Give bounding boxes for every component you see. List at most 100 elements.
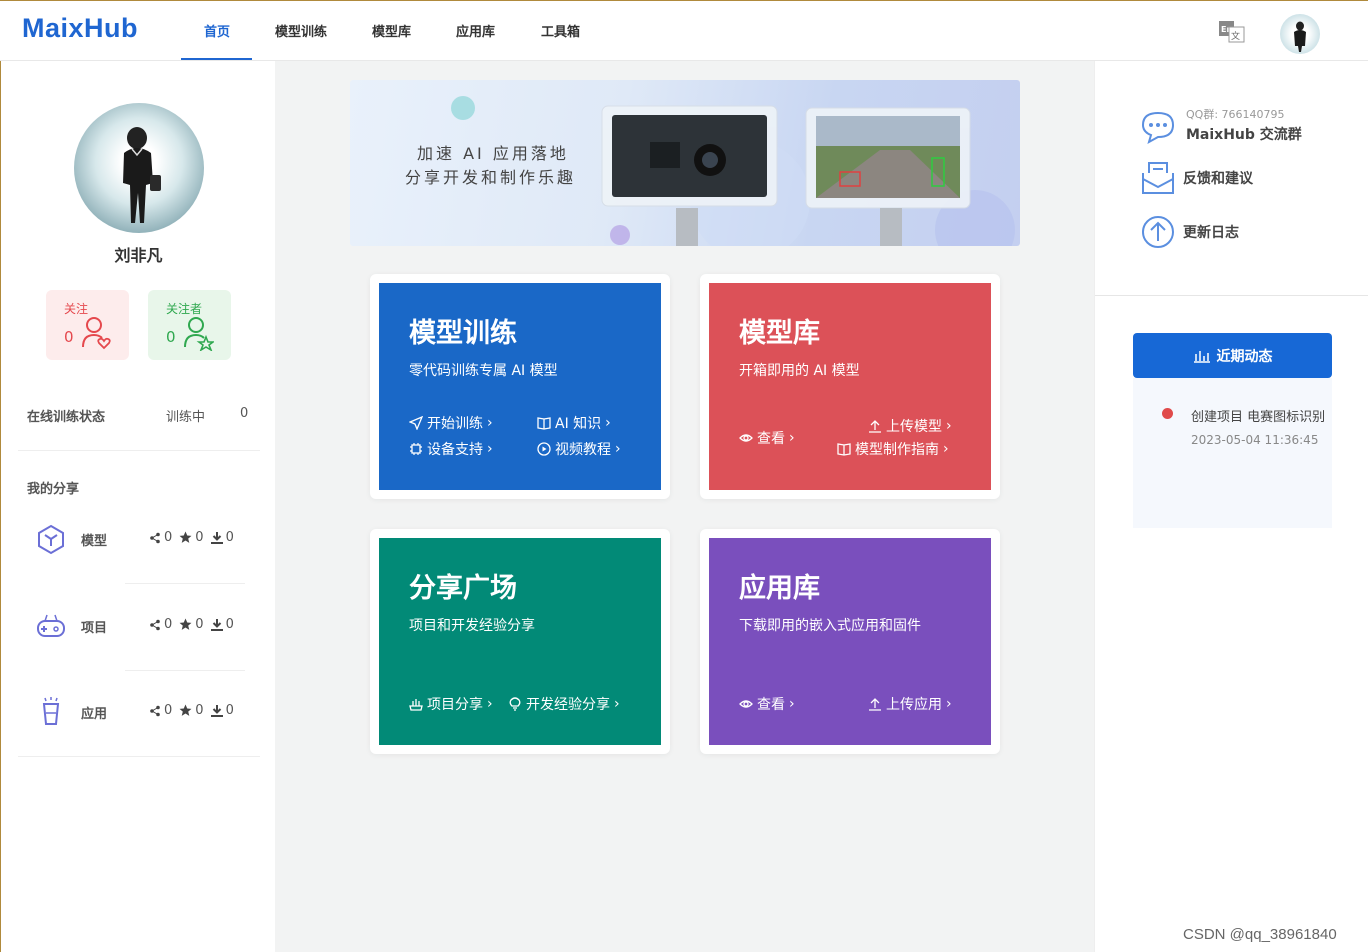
following-count: 0 [64, 328, 74, 346]
nav-model-library[interactable]: 模型库 [372, 21, 411, 40]
chevron-right-icon: › [487, 696, 493, 712]
book-icon [837, 443, 851, 456]
card-subtitle: 开箱即用的 AI 模型 [739, 363, 860, 379]
divider [18, 756, 260, 757]
view-models-link[interactable]: 查看 › [739, 428, 795, 448]
feedback-link[interactable]: 反馈和建议 [1139, 159, 1253, 197]
project-share-link[interactable]: 项目分享 › [409, 694, 493, 714]
chevron-right-icon: › [615, 441, 621, 457]
download-icon [210, 618, 223, 631]
hand-icon [409, 699, 423, 711]
share-count: 0 [164, 703, 173, 718]
download-count: 0 [225, 617, 234, 632]
star-count: 0 [195, 530, 204, 545]
share-row-label: 模型 [81, 534, 108, 549]
card-title: 应用库 [739, 573, 820, 604]
recent-activity-button[interactable]: 近期动态 [1133, 333, 1332, 378]
link-label: 设备支持 [427, 442, 483, 458]
card-share-square-wrap: 分享广场 项目和开发经验分享 项目分享 › 开发经验分享 › [370, 529, 670, 754]
banner-line-1: 加速 AI 应用落地 [417, 144, 569, 163]
training-state: 训练中 [166, 410, 206, 425]
view-apps-link[interactable]: 查看 › [739, 694, 795, 714]
follow-user-heart-icon [82, 317, 111, 350]
cube-icon [38, 524, 64, 555]
dev-experience-link[interactable]: 开发经验分享 › [508, 694, 620, 714]
upload-icon [869, 698, 881, 711]
user-avatar-small[interactable] [1280, 14, 1320, 54]
star-count: 0 [195, 703, 204, 718]
start-training-link[interactable]: 开始训练 › [409, 413, 493, 433]
chevron-right-icon: › [789, 430, 795, 446]
card-model-library[interactable]: 模型库 开箱即用的 AI 模型 查看 › 上传模型 › 模型制作指南 › [709, 283, 991, 490]
qq-group-name[interactable]: MaixHub 交流群 [1186, 124, 1302, 144]
book-icon [537, 417, 551, 430]
chevron-right-icon: › [789, 696, 795, 712]
card-share-square[interactable]: 分享广场 项目和开发经验分享 项目分享 › 开发经验分享 › [379, 538, 661, 745]
hero-banner[interactable]: 加速 AI 应用落地 分享开发和制作乐趣 [350, 80, 1020, 246]
language-switch-icon[interactable]: En 文 [1218, 19, 1246, 43]
svg-text:文: 文 [1231, 30, 1240, 42]
chevron-right-icon: › [614, 696, 620, 712]
star-icon [179, 704, 192, 716]
activity-text[interactable]: 创建项目 电赛图标识别 [1191, 406, 1325, 425]
follower-user-star-icon [184, 317, 214, 351]
chevron-right-icon: › [943, 441, 949, 457]
recent-activity-panel: 创建项目 电赛图标识别 2023-05-04 11:36:45 [1133, 378, 1332, 528]
share-row-projects[interactable]: 项目 0 0 0 [1, 607, 276, 647]
video-tutorial-link[interactable]: 视频教程 › [537, 439, 621, 459]
share-icon [150, 532, 160, 543]
divider [125, 670, 245, 671]
star-icon [179, 531, 192, 543]
card-title: 分享广场 [409, 573, 517, 604]
username: 刘非凡 [114, 246, 163, 265]
device-support-link[interactable]: 设备支持 › [409, 439, 493, 459]
card-app-library[interactable]: 应用库 下载即用的嵌入式应用和固件 查看 › 上传应用 › [709, 538, 991, 745]
share-row-apps[interactable]: 应用 0 0 0 [1, 693, 276, 733]
following-box[interactable]: 关注 0 [46, 290, 129, 360]
training-status-label: 在线训练状态 [27, 410, 106, 425]
link-label: 上传应用 [886, 697, 942, 713]
profile-sidebar: 刘非凡 关注 0 关注者 0 在线训练状态 训练中 0 我的分享 模型 0 0 … [0, 61, 275, 952]
feedback-label: 反馈和建议 [1183, 171, 1253, 187]
link-label: 上传模型 [886, 419, 942, 435]
card-model-training[interactable]: 模型训练 零代码训练专属 AI 模型 开始训练 › AI 知识 › 设备支持 ›… [379, 283, 661, 490]
upload-model-link[interactable]: 上传模型 › [868, 416, 952, 436]
download-icon [210, 531, 223, 544]
link-label: 查看 [757, 697, 785, 713]
nav-toolbox[interactable]: 工具箱 [541, 21, 580, 40]
banner-line-2: 分享开发和制作乐趣 [405, 168, 577, 187]
card-subtitle: 项目和开发经验分享 [409, 618, 535, 634]
chat-bubble-icon[interactable] [1139, 109, 1177, 145]
star-count: 0 [195, 617, 204, 632]
model-guide-link[interactable]: 模型制作指南 › [837, 439, 949, 459]
ai-knowledge-link[interactable]: AI 知识 › [537, 413, 611, 433]
chevron-right-icon: › [946, 418, 952, 434]
arrow-up-circle-icon [1142, 216, 1174, 248]
nav-model-training[interactable]: 模型训练 [275, 21, 327, 40]
card-model-library-wrap: 模型库 开箱即用的 AI 模型 查看 › 上传模型 › 模型制作指南 › [700, 274, 1000, 499]
maixhub-logo[interactable]: MaixHub [22, 13, 138, 44]
download-count: 0 [225, 530, 234, 545]
qq-group-number: QQ群: 766140795 [1186, 108, 1285, 121]
star-icon [179, 618, 192, 630]
share-row-label: 应用 [81, 707, 108, 722]
nav-home[interactable]: 首页 [204, 21, 230, 40]
card-app-library-wrap: 应用库 下载即用的嵌入式应用和固件 查看 › 上传应用 › [700, 529, 1000, 754]
followers-box[interactable]: 关注者 0 [148, 290, 231, 360]
link-label: 模型制作指南 [855, 442, 939, 458]
link-label: 开发经验分享 [526, 697, 610, 713]
card-title: 模型库 [739, 318, 820, 349]
bar-chart-icon [1193, 350, 1210, 363]
my-shares-title: 我的分享 [27, 482, 80, 497]
link-label: 项目分享 [427, 697, 483, 713]
user-avatar[interactable] [74, 103, 204, 233]
csdn-watermark: CSDN @qq_38961840 [1183, 926, 1337, 943]
share-row-models[interactable]: 模型 0 0 0 [1, 520, 276, 560]
divider [125, 583, 245, 584]
nav-app-library[interactable]: 应用库 [456, 21, 495, 40]
share-count: 0 [164, 617, 173, 632]
changelog-link[interactable]: 更新日志 [1139, 213, 1239, 251]
link-label: 视频教程 [555, 442, 611, 458]
upload-app-link[interactable]: 上传应用 › [868, 694, 952, 714]
followers-count: 0 [166, 328, 176, 346]
